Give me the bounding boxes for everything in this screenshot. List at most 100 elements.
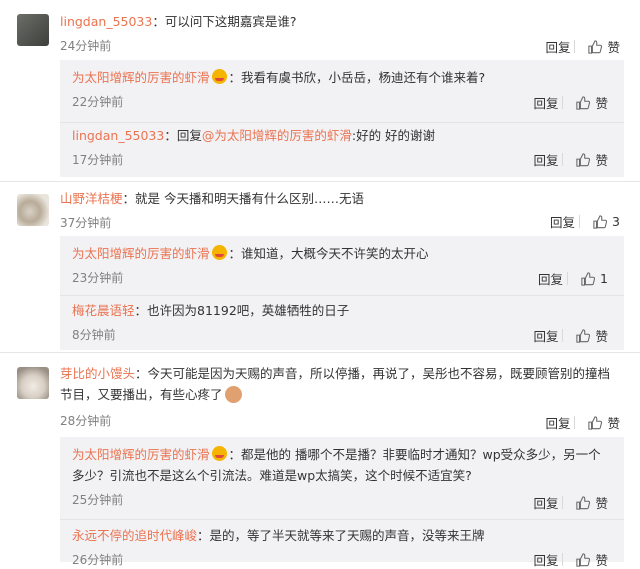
divider [60,122,624,123]
like-count: 1 [600,271,608,286]
like-button[interactable]: 1 [567,271,608,286]
emoji-icon [211,245,227,260]
reply-button[interactable]: 回复 [533,326,558,345]
divider [562,329,564,342]
reply-actions: 回复 赞 [533,150,608,169]
reply-button[interactable]: 回复 [533,493,558,512]
emoji-icon [211,69,227,84]
reply-actions: 回复 1 [538,269,608,288]
like-count: 赞 [595,496,608,511]
like-button[interactable]: 3 [579,214,620,229]
thumbs-up-icon [588,415,603,430]
reply-body: :好的 好的谢谢 [351,128,436,143]
reply-text: 为太阳增辉的厉害的虾滑 ：我看有虞书欣，小岳岳，杨迪还有个谁来着? [72,67,624,88]
divider [60,295,624,296]
comment-body: ：可以问下这期嘉宾是谁? [152,14,297,29]
username-link[interactable]: 永远不停的追时代峰峻 [72,528,197,543]
avatar[interactable] [17,14,49,46]
reply-body: ：谁知道，大概今天不许笑的太开心 [228,246,429,261]
divider [579,215,581,228]
avatar[interactable] [17,194,49,226]
username-link[interactable]: 为太阳增辉的厉害的虾滑 [72,447,210,462]
username-link[interactable]: 山野洋桔梗 [60,191,123,206]
reply-list: 为太阳增辉的厉害的虾滑 ：谁知道，大概今天不许笑的太开心 23分钟前 回复 1 梅… [60,236,624,350]
comment-thread: 芽比的小馒头：今天可能是因为天赐的声音，所以停播，再说了，吴彤也不容易，既要顾管… [0,353,640,568]
thumbs-up-icon [581,271,596,286]
reply-button[interactable]: 回复 [538,269,563,288]
comment-thread: lingdan_55033：可以问下这期嘉宾是谁? 24分钟前 回复 赞 为太阳… [0,0,640,180]
like-count: 赞 [595,153,608,168]
like-button[interactable]: 赞 [562,550,608,569]
reply-body: ：我看有虞书欣，小岳岳，杨迪还有个谁来着? [228,70,486,85]
divider [562,96,564,109]
reply-actions: 回复 赞 [533,493,608,512]
timestamp: 28分钟前 [60,414,112,428]
username-link[interactable]: 为太阳增辉的厉害的虾滑 [72,70,210,85]
comment-body: ：就是 今天播和明天播有什么区别……无语 [122,191,364,206]
like-button[interactable]: 赞 [562,493,608,512]
reply-text: 永远不停的追时代峰峻：是的，等了半天就等来了天赐的声音，没等来王牌 [72,525,624,546]
thumbs-up-icon [588,39,603,54]
thumbs-up-icon [576,328,591,343]
like-count: 赞 [607,416,620,431]
reply-body: ：是的，等了半天就等来了天赐的声音，没等来王牌 [197,528,485,543]
divider [567,272,569,285]
like-button[interactable]: 赞 [562,150,608,169]
thumbs-up-icon [576,95,591,110]
username-link[interactable]: 梅花晨语轻 [72,303,135,318]
like-button[interactable]: 赞 [574,37,620,56]
reply-text: 为太阳增辉的厉害的虾滑 ：都是他的 播哪个不是播？非要临时才通知？wp受众多少，另… [72,444,612,486]
comment-text: lingdan_55033：可以问下这期嘉宾是谁? [60,11,624,32]
timestamp: 37分钟前 [60,216,112,230]
thumbs-up-icon [576,152,591,167]
like-count: 赞 [607,40,620,55]
reply-text: 为太阳增辉的厉害的虾滑 ：谁知道，大概今天不许笑的太开心 [72,243,624,264]
username-link[interactable]: lingdan_55033 [60,14,152,29]
reply-actions: 回复 赞 [533,550,608,569]
avatar[interactable] [17,367,49,399]
timestamp: 25分钟前 [72,493,124,507]
like-button[interactable]: 赞 [562,93,608,112]
thumbs-up-icon [576,552,591,567]
comment-text: 山野洋桔梗：就是 今天播和明天播有什么区别……无语 [60,188,624,209]
like-count: 赞 [595,553,608,568]
like-count: 赞 [595,96,608,111]
like-button[interactable]: 赞 [562,326,608,345]
reply-button[interactable]: 回复 [533,93,558,112]
comment-actions: 回复 3 [550,212,620,231]
reply-actions: 回复 赞 [533,93,608,112]
username-link[interactable]: 为太阳增辉的厉害的虾滑 [72,246,210,261]
comment-thread: 山野洋桔梗：就是 今天播和明天播有什么区别……无语 37分钟前 回复 3 为太阳… [0,182,640,352]
reply-text: 梅花晨语轻：也许因为81192吧，英雄牺牲的日子 [72,300,624,321]
comment-actions: 回复 赞 [545,37,620,56]
reply-actions: 回复 赞 [533,326,608,345]
divider [60,519,624,520]
thumbs-up-icon [593,214,608,229]
reply-list: 为太阳增辉的厉害的虾滑 ：我看有虞书欣，小岳岳，杨迪还有个谁来着? 22分钟前 回… [60,60,624,177]
username-link[interactable]: lingdan_55033 [72,128,164,143]
divider [574,40,576,53]
divider [562,496,564,509]
divider [562,553,564,566]
reply-body: ：回复 [164,128,202,143]
emoji-icon [211,446,227,461]
reply-button[interactable]: 回复 [545,37,570,56]
reply-body: ：也许因为81192吧，英雄牺牲的日子 [134,303,350,318]
comment-body: ：今天可能是因为天赐的声音，所以停播，再说了，吴彤也不容易，既要顾管别的撞档节目… [60,366,611,402]
like-button[interactable]: 赞 [574,413,620,432]
username-link[interactable]: 芽比的小馒头 [60,366,135,381]
divider [562,153,564,166]
heartbroken-emoji-icon [224,386,242,403]
reply-button[interactable]: 回复 [533,550,558,569]
comment-text: 芽比的小馒头：今天可能是因为天赐的声音，所以停播，再说了，吴彤也不容易，既要顾管… [60,363,622,405]
like-count: 赞 [595,329,608,344]
reply-button[interactable]: 回复 [533,150,558,169]
reply-button[interactable]: 回复 [545,413,570,432]
thumbs-up-icon [576,495,591,510]
mention-link[interactable]: @为太阳增辉的厉害的虾滑 [202,128,352,143]
comment-actions: 回复 赞 [545,413,620,432]
reply-button[interactable]: 回复 [550,212,575,231]
like-count: 3 [612,214,620,229]
reply-text: lingdan_55033：回复@为太阳增辉的厉害的虾滑:好的 好的谢谢 [72,125,624,146]
reply-item: 为太阳增辉的厉害的虾滑 ：都是他的 播哪个不是播？非要临时才通知？wp受众多少，另… [72,444,612,509]
